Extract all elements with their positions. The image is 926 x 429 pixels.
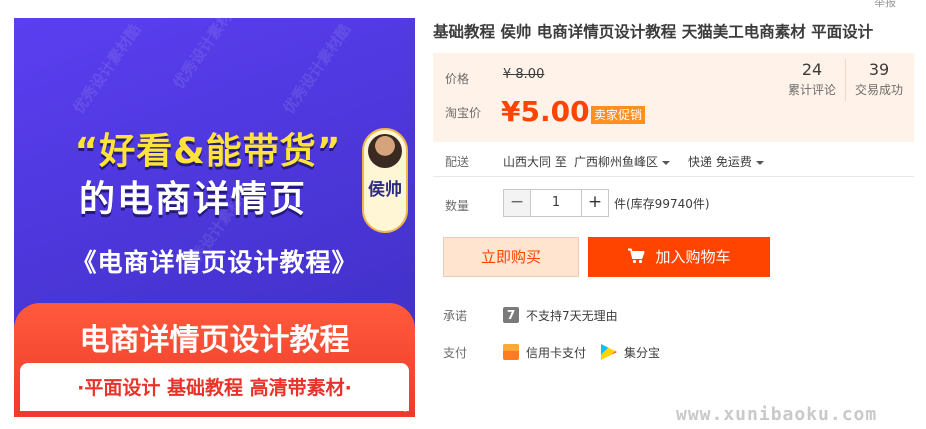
destination-value: 广西柳州鱼峰区 <box>574 155 659 169</box>
stock-info: 件(库存99740件) <box>614 197 710 211</box>
seller-promo-badge: 卖家促销 <box>591 106 646 124</box>
quantity-row: 数量 − 1 + 件(库存99740件) <box>433 189 914 217</box>
quantity-decrease-button[interactable]: − <box>504 190 530 216</box>
banner-watermark: 优秀设计素材酷 <box>169 18 245 92</box>
shipping-row: 配送 山西大同 至 广西柳州鱼峰区 快递 免运费 <box>433 151 914 175</box>
payment-label: 支付 <box>443 346 468 360</box>
author-avatar <box>368 134 402 168</box>
banner-headline-2: 的电商详情页 <box>78 179 307 220</box>
banner-headline-1: “好看&能带货” <box>74 131 342 172</box>
promo-price: ¥5.00 <box>501 95 590 128</box>
product-main-image[interactable]: 优秀设计素材酷 优秀设计素材酷 优秀设计素材酷 优秀设计素材酷 “好看&能带货”… <box>14 18 415 417</box>
quantity-increase-button[interactable]: + <box>582 190 608 216</box>
banner-red-panel: 电商详情页设计教程 ·平面设计 基础教程 高清带素材· <box>14 303 415 417</box>
quantity-input[interactable]: 1 <box>530 190 582 216</box>
sales-count: 39 <box>868 60 890 79</box>
taobao-price-label: 淘宝价 <box>445 106 482 120</box>
shipping-method-value: 快递 免运费 <box>688 155 752 169</box>
add-to-cart-button[interactable]: 加入购物车 <box>588 237 770 277</box>
zoom-icon[interactable] <box>390 395 408 413</box>
banner-bottom-text: ·平面设计 基础教程 高清带素材· <box>77 377 352 399</box>
shipping-origin: 山西大同 至 <box>503 155 567 169</box>
destination-select[interactable]: 广西柳州鱼峰区 <box>574 153 671 170</box>
payment-row: 支付 信用卡支付 集分宝 <box>433 342 914 362</box>
author-name: 侯帅 <box>368 180 402 200</box>
sales-count-stat: 39 交易成功 <box>846 53 912 107</box>
jifenbao-icon <box>601 344 617 360</box>
promise-text[interactable]: 不支持7天无理由 <box>526 307 618 324</box>
quantity-stepper: − 1 + <box>503 189 609 217</box>
sales-count-label: 交易成功 <box>854 83 903 97</box>
shipping-label: 配送 <box>445 155 470 169</box>
buy-now-button[interactable]: 立即购买 <box>443 237 579 277</box>
add-to-cart-label: 加入购物车 <box>655 248 731 266</box>
banner-subhead: 《电商详情页设计教程》 <box>71 248 358 277</box>
promise-label: 承诺 <box>443 309 468 323</box>
promise-row: 承诺 7 不支持7天无理由 <box>433 305 914 325</box>
review-count-label: 累计评论 <box>787 83 836 97</box>
seven-days-icon: 7 <box>503 307 519 323</box>
jifenbao-payment[interactable]: 集分宝 <box>624 344 660 361</box>
chevron-down-icon <box>662 160 671 165</box>
site-watermark: www.xunibaoku.com <box>676 404 878 425</box>
review-count: 24 <box>801 60 823 79</box>
banner-red-title: 电商详情页设计教程 <box>79 323 350 358</box>
original-price: ¥ 8.00 <box>503 67 545 82</box>
price-label: 价格 <box>445 72 470 86</box>
credit-card-icon <box>503 344 519 360</box>
report-link[interactable]: 举报 <box>874 0 896 10</box>
credit-card-payment[interactable]: 信用卡支付 <box>526 344 586 361</box>
section-divider <box>433 176 914 177</box>
author-badge: 侯帅 <box>362 128 408 233</box>
banner-bottom-strip: ·平面设计 基础教程 高清带素材· <box>20 363 409 411</box>
quantity-label: 数量 <box>445 199 470 213</box>
shipping-method-select[interactable]: 快递 免运费 <box>688 153 764 170</box>
banner-watermark: 优秀设计素材酷 <box>279 20 355 117</box>
review-count-stat[interactable]: 24 累计评论 <box>779 53 845 107</box>
cart-icon <box>628 248 645 264</box>
product-title: 基础教程 侯帅 电商详情页设计教程 天猫美工电商素材 平面设计 <box>433 23 874 41</box>
price-panel: 价格 ¥ 8.00 淘宝价 ¥5.00 卖家促销 24 累计评论 39 交易成功 <box>433 53 914 142</box>
chevron-down-icon <box>755 160 764 165</box>
banner-watermark: 优秀设计素材酷 <box>69 20 145 117</box>
